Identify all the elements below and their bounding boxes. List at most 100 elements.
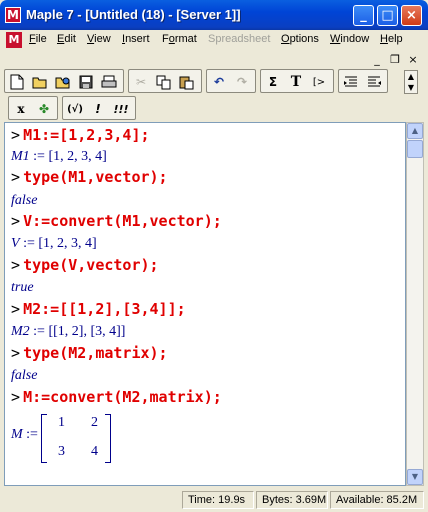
menu-view[interactable]: View: [87, 33, 111, 45]
doc-minimize-icon[interactable]: _: [370, 53, 384, 67]
status-available: Available: 85.2M: [330, 491, 424, 509]
triangle-down-icon: ▼: [411, 472, 419, 481]
maple-input-button[interactable]: ✤: [34, 99, 54, 119]
input-line[interactable]: > type(V,vector);: [11, 256, 159, 274]
matrix-cell: 2: [91, 415, 98, 430]
x-icon: x: [17, 102, 25, 116]
output-line: true: [11, 280, 34, 295]
printer-icon: [101, 75, 117, 88]
open-folder-icon: [32, 77, 47, 89]
indent-button[interactable]: [364, 72, 384, 92]
undo-button[interactable]: ↶: [209, 72, 229, 92]
input-line[interactable]: > M:=convert(M2,matrix);: [11, 388, 222, 406]
menu-options[interactable]: Options: [281, 33, 319, 45]
insert-text-button[interactable]: T: [286, 72, 306, 92]
output-line: false: [11, 193, 38, 208]
menu-insert[interactable]: Insert: [122, 33, 150, 45]
save-disk-icon: [79, 75, 93, 89]
cut-button[interactable]: ✂: [131, 72, 151, 92]
triangle-down-icon: ▼: [407, 83, 415, 92]
redo-icon: ↷: [236, 75, 248, 89]
evaluate-expression-button[interactable]: (√): [65, 99, 85, 119]
doc-close-icon[interactable]: ×: [406, 53, 420, 67]
undo-tools-group: ↶ ↷: [206, 69, 256, 93]
matrix-assignment: M :=: [11, 427, 38, 442]
prompt-icon: [>: [312, 76, 326, 88]
clipboard-tools-group: ✂: [128, 69, 202, 93]
section-tools-group: [338, 69, 388, 93]
paste-icon: [179, 76, 194, 89]
close-icon: ×: [406, 8, 417, 23]
doc-restore-icon[interactable]: ❐: [388, 53, 402, 67]
text-t-icon: T: [290, 74, 302, 90]
input-line[interactable]: > V:=convert(M1,vector);: [11, 212, 222, 230]
copy-button[interactable]: [154, 72, 174, 92]
insert-tools-group: Σ T [>: [260, 69, 334, 93]
exec-tools-group: (√) ! !!!: [62, 96, 136, 120]
document-menu-icon[interactable]: M: [6, 32, 22, 48]
context-tools-group: x ✤: [8, 96, 58, 120]
open-file-button[interactable]: [30, 72, 50, 92]
maximize-button[interactable]: □: [377, 5, 398, 26]
maximize-icon: □: [381, 8, 394, 23]
outdent-button[interactable]: [341, 72, 361, 92]
input-line[interactable]: > M2:=[[1,2],[3,4]];: [11, 300, 186, 318]
new-file-button[interactable]: [7, 72, 27, 92]
worksheet[interactable]: > M1:=[1,2,3,4]; M1 := [1, 2, 3, 4] > ty…: [4, 122, 406, 486]
output-line: false: [11, 368, 38, 383]
output-line: M1 := [1, 2, 3, 4]: [11, 149, 107, 164]
save-button[interactable]: [76, 72, 96, 92]
status-bar: Time: 19.9s Bytes: 3.69M Available: 85.2…: [0, 488, 428, 512]
scroll-down-button[interactable]: ▼: [407, 469, 423, 485]
maple-leaf-icon[interactable]: M: [5, 7, 21, 23]
maple-leaf-icon: ✤: [38, 102, 50, 116]
execute-icon: !: [95, 102, 101, 116]
output-line: M2 := [[1, 2], [3, 4]]: [11, 324, 126, 339]
menu-spreadsheet: Spreadsheet: [208, 33, 271, 45]
title-bar[interactable]: M Maple 7 - [Untitled (18) - [Server 1]]…: [0, 0, 428, 30]
matrix-cell: 4: [91, 444, 98, 459]
status-time: Time: 19.9s: [182, 491, 254, 509]
execute-button[interactable]: !: [88, 99, 108, 119]
triangle-up-icon: ▲: [411, 126, 419, 135]
insert-math-button[interactable]: Σ: [263, 72, 283, 92]
minimize-button[interactable]: _: [353, 5, 374, 26]
paste-button[interactable]: [177, 72, 197, 92]
matrix-cell: 1: [58, 415, 65, 430]
copy-icon: [156, 75, 171, 89]
menu-help[interactable]: Help: [380, 33, 403, 45]
open-url-button[interactable]: [53, 72, 73, 92]
menu-file[interactable]: File: [29, 33, 47, 45]
close-button[interactable]: ×: [401, 5, 422, 26]
print-button[interactable]: [99, 72, 119, 92]
undo-icon: ↶: [213, 75, 225, 89]
triangle-up-icon: ▲: [407, 72, 415, 81]
left-bracket: [41, 414, 47, 463]
indent-icon: [368, 76, 381, 87]
redo-button[interactable]: ↷: [232, 72, 252, 92]
insert-prompt-button[interactable]: [>: [309, 72, 329, 92]
menu-window[interactable]: Window: [330, 33, 369, 45]
scissors-icon: ✂: [135, 75, 147, 89]
toolbar-scroll-button[interactable]: ▲ ▼: [404, 70, 418, 94]
new-file-icon: [10, 74, 24, 90]
eval-icon: (√): [67, 103, 83, 115]
scroll-up-button[interactable]: ▲: [407, 123, 423, 139]
scroll-thumb[interactable]: [407, 140, 423, 158]
window-title: Maple 7 - [Untitled (18) - [Server 1]]: [26, 7, 241, 22]
vertical-scrollbar[interactable]: ▲ ▼: [406, 122, 424, 486]
open-url-icon: [55, 77, 70, 89]
input-line[interactable]: > type(M1,vector);: [11, 168, 168, 186]
input-line[interactable]: > type(M2,matrix);: [11, 344, 168, 362]
menu-format[interactable]: Format: [162, 33, 197, 45]
right-bracket: [105, 414, 111, 463]
math-input-button[interactable]: x: [11, 99, 31, 119]
status-bytes: Bytes: 3.69M: [256, 491, 328, 509]
minimize-icon: _: [360, 8, 367, 23]
output-line: V := [1, 2, 3, 4]: [11, 236, 97, 251]
sigma-icon: Σ: [268, 75, 278, 89]
menu-edit[interactable]: Edit: [57, 33, 76, 45]
execute-all-button[interactable]: !!!: [111, 99, 131, 119]
input-line[interactable]: > M1:=[1,2,3,4];: [11, 126, 150, 144]
matrix-cell: 3: [58, 444, 65, 459]
